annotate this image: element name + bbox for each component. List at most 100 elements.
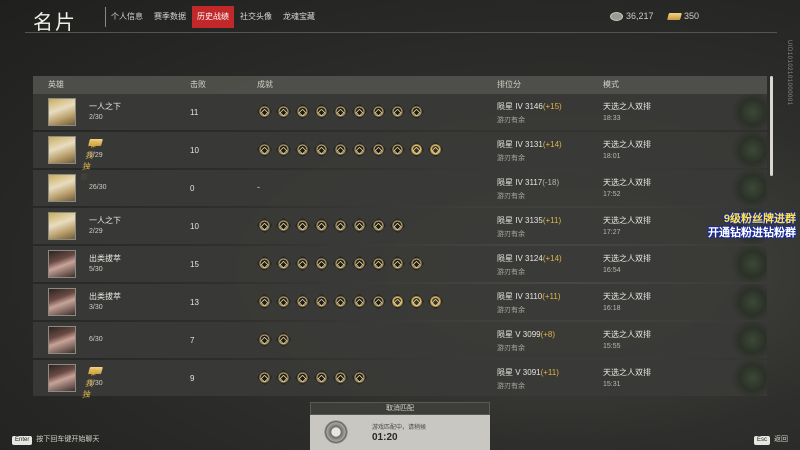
achievement-badge-icon[interactable]	[275, 293, 292, 310]
placement-record: 2/29	[89, 228, 103, 235]
row-decoration	[731, 322, 767, 358]
table-row[interactable]: 唯我独尊 1/30 9 陨星 V 3091(+11) 游刃有余 天选之人双排 15:31	[33, 360, 767, 399]
achievement-badge-icon[interactable]	[370, 103, 387, 120]
kills-count: 13	[190, 298, 199, 307]
achievement-badge-icon[interactable]	[332, 141, 349, 158]
achievement-badge-icon[interactable]	[256, 331, 273, 348]
hero-avatar	[48, 364, 76, 392]
hero-title: 出类拔萃	[89, 254, 121, 263]
kills-count: 11	[190, 108, 199, 117]
table-scrollbar[interactable]	[770, 76, 773, 176]
achievement-badge-icon[interactable]	[275, 103, 292, 120]
row-decoration	[731, 246, 767, 282]
achievement-badge-icon[interactable]	[256, 217, 273, 234]
table-row[interactable]: 一人之下 2/29 10 陨星 IV 3135(+11) 游刃有余 天选之人双排 17:27	[33, 208, 767, 244]
row-decoration	[731, 132, 767, 168]
chat-hint[interactable]: Enter 按下回车键开始聊天	[12, 434, 99, 445]
achievement-badge-icon[interactable]	[313, 255, 330, 272]
performance-label: 游刃有余	[497, 383, 525, 390]
performance-label: 游刃有余	[497, 307, 525, 314]
tab-social-avatar[interactable]: 社交头像	[235, 6, 277, 28]
achievement-badge-icon[interactable]	[332, 217, 349, 234]
achievement-badge-icon[interactable]	[256, 255, 273, 272]
back-hint-text: 返回	[774, 436, 788, 443]
silver-amount: 36,217	[626, 11, 654, 21]
achievement-list	[256, 255, 428, 272]
achievement-badge-icon[interactable]	[389, 103, 406, 120]
achievement-badge-icon[interactable]	[275, 369, 292, 386]
hero-title: 唯我独尊	[78, 139, 103, 182]
gold-bar-icon	[667, 13, 682, 21]
achievement-badge-icon[interactable]	[351, 293, 368, 310]
achievement-badge-icon[interactable]	[389, 293, 406, 310]
achievement-badge-icon[interactable]	[389, 141, 406, 158]
cancel-matchmaking-button[interactable]: 取消匹配	[310, 402, 490, 415]
tab-personal-info[interactable]: 个人信息	[106, 6, 148, 28]
achievement-badge-icon[interactable]	[408, 255, 425, 272]
achievement-badge-icon[interactable]	[275, 255, 292, 272]
table-row[interactable]: 6/30 7 陨星 V 3099(+8) 游刃有余 天选之人双排 15:55	[33, 322, 767, 358]
table-row[interactable]: 唯我独尊 1/29 10 陨星 IV 3131(+14) 游刃有余 天选之人双排 18:01	[33, 132, 767, 182]
tab-match-history[interactable]: 历史战绩	[192, 6, 234, 28]
achievement-badge-icon[interactable]	[313, 217, 330, 234]
hero-avatar	[48, 212, 76, 240]
achievement-badge-icon[interactable]	[294, 369, 311, 386]
achievement-badge-icon[interactable]	[256, 293, 273, 310]
achievement-badge-icon[interactable]	[351, 141, 368, 158]
tab-season-data[interactable]: 赛季数据	[149, 6, 191, 28]
rank-delta: (+15)	[542, 102, 562, 111]
achievement-badge-icon[interactable]	[294, 141, 311, 158]
achievement-badge-icon[interactable]	[370, 293, 387, 310]
table-row[interactable]: 出类拔萃 3/30 13 陨星 IV 3110(+11) 游刃有余 天选之人双排 16:18	[33, 284, 767, 320]
achievement-badge-icon[interactable]	[351, 255, 368, 272]
placement-record: 3/30	[89, 304, 103, 311]
achievement-badge-icon[interactable]	[389, 217, 406, 234]
achievement-badge-icon[interactable]	[351, 217, 368, 234]
hero-title: 一人之下	[89, 102, 121, 111]
achievement-badge-icon[interactable]	[370, 217, 387, 234]
achievement-badge-icon[interactable]	[408, 103, 425, 120]
achievement-badge-icon[interactable]	[313, 369, 330, 386]
performance-label: 游刃有余	[497, 155, 525, 162]
table-row[interactable]: 26/30 0 - 陨星 IV 3117(-18) 游刃有余 天选之人双排 17:52	[33, 170, 767, 206]
achievement-badge-icon[interactable]	[275, 141, 292, 158]
achievement-badge-icon[interactable]	[256, 369, 273, 386]
matchmaking-spinner-icon	[324, 420, 348, 444]
achievement-badge-icon[interactable]	[389, 255, 406, 272]
achievement-badge-icon[interactable]	[294, 217, 311, 234]
achievement-badge-icon[interactable]	[332, 103, 349, 120]
rank-points: 3146	[525, 102, 543, 111]
game-mode: 天选之人双排	[603, 368, 651, 377]
rank-tier: 陨星 IV	[497, 102, 523, 111]
game-mode: 天选之人双排	[603, 292, 651, 301]
achievement-badge-icon[interactable]	[313, 103, 330, 120]
rank-score: 陨星 IV 3135(+11)	[497, 215, 561, 226]
back-hint[interactable]: Esc 返回	[753, 434, 788, 445]
achievement-badge-icon[interactable]	[370, 141, 387, 158]
achievement-badge-icon[interactable]	[332, 369, 349, 386]
achievement-badge-icon[interactable]	[275, 331, 292, 348]
achievement-badge-icon[interactable]	[427, 293, 444, 310]
achievement-badge-icon[interactable]	[313, 141, 330, 158]
achievement-badge-icon[interactable]	[427, 141, 444, 158]
achievement-badge-icon[interactable]	[294, 293, 311, 310]
achievement-badge-icon[interactable]	[332, 293, 349, 310]
achievement-badge-icon[interactable]	[294, 103, 311, 120]
hero-title: 唯我独尊	[81, 367, 103, 399]
achievement-badge-icon[interactable]	[256, 141, 273, 158]
table-row[interactable]: 一人之下 2/30 11 陨星 IV 3146(+15) 游刃有余 天选之人双排 18:33	[33, 94, 767, 130]
achievement-badge-icon[interactable]	[351, 369, 368, 386]
match-time: 15:55	[603, 343, 621, 350]
achievement-badge-icon[interactable]	[332, 255, 349, 272]
achievement-badge-icon[interactable]	[351, 103, 368, 120]
table-row[interactable]: 出类拔萃 5/30 15 陨星 IV 3124(+14) 游刃有余 天选之人双排 16:54	[33, 246, 767, 282]
tab-dragon-treasure[interactable]: 龙魂宝藏	[278, 6, 320, 28]
achievement-badge-icon[interactable]	[313, 293, 330, 310]
achievement-badge-icon[interactable]	[275, 217, 292, 234]
achievement-badge-icon[interactable]	[294, 255, 311, 272]
achievement-badge-icon[interactable]	[408, 141, 425, 158]
achievement-badge-icon[interactable]	[408, 293, 425, 310]
achievement-badge-icon[interactable]	[256, 103, 273, 120]
performance-label: 游刃有余	[497, 345, 525, 352]
achievement-badge-icon[interactable]	[370, 255, 387, 272]
